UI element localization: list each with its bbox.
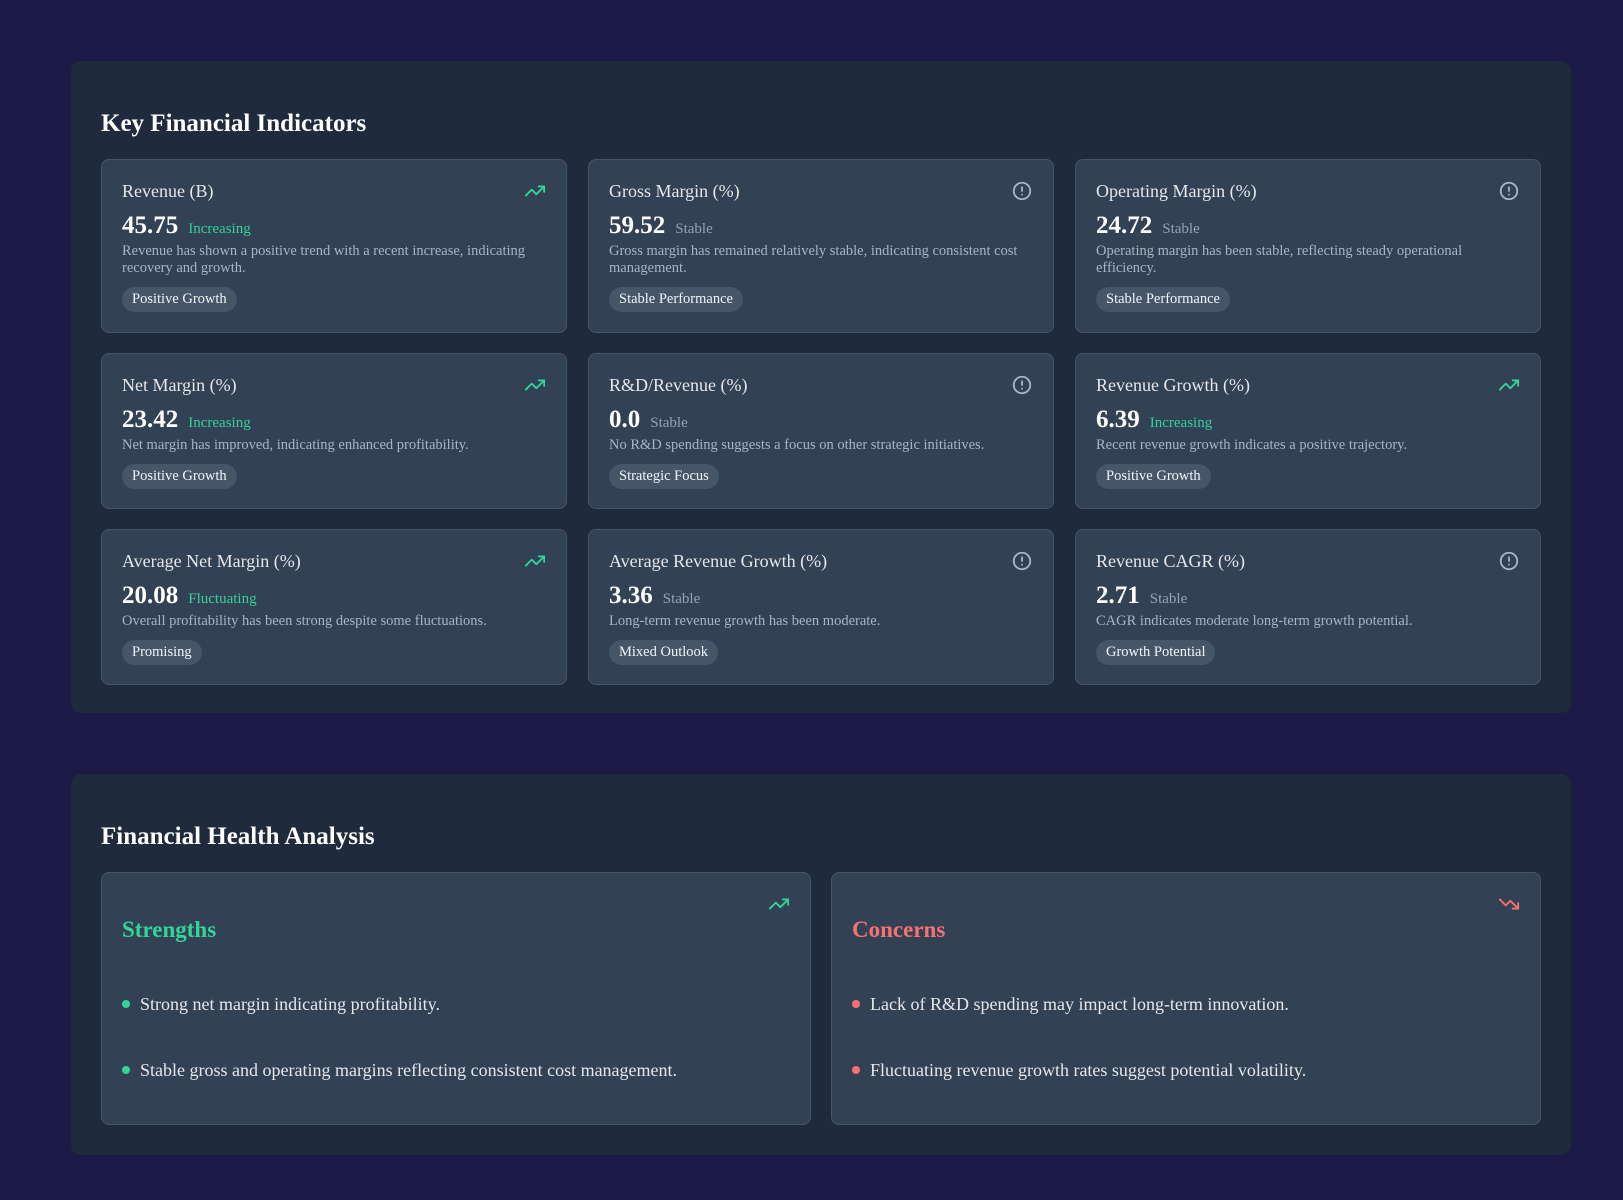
kpi-card-gross-margin: Gross Margin (%) 59.52 Stable Gross margi… xyxy=(588,159,1054,333)
kpi-tag: Strategic Focus xyxy=(609,464,719,489)
kpi-value: 3.36 xyxy=(609,582,653,609)
kpi-value: 0.0 xyxy=(609,406,641,433)
kpi-grid: Revenue (B) 45.75 Increasing Revenue has … xyxy=(101,159,1541,685)
kpi-value: 59.52 xyxy=(609,212,666,239)
list-item: Strong net margin indicating profitabili… xyxy=(122,993,677,1015)
health-grid: Strengths Strong net margin indicating p… xyxy=(101,872,1541,1125)
list-item: Lack of R&D spending may impact long-ter… xyxy=(852,993,1306,1015)
kpi-card-title: Net Margin (%) xyxy=(122,375,237,395)
kpi-card-revenue: Revenue (B) 45.75 Increasing Revenue has … xyxy=(101,159,567,333)
concerns-list: Lack of R&D spending may impact long-ter… xyxy=(852,993,1306,1125)
kpi-value: 20.08 xyxy=(122,582,179,609)
kpi-tag: Stable Performance xyxy=(609,287,743,312)
alert-circle-icon xyxy=(1012,551,1032,571)
section-title: Financial Health Analysis xyxy=(101,823,375,850)
kpi-description: Long-term revenue growth has been modera… xyxy=(609,613,881,629)
kpi-value: 23.42 xyxy=(122,406,179,433)
kpi-value: 2.71 xyxy=(1096,582,1140,609)
strengths-list: Strong net margin indicating profitabili… xyxy=(122,993,677,1125)
strengths-title: Strengths xyxy=(122,917,217,942)
kpi-trend: Stable xyxy=(1162,221,1200,237)
kpi-card-title: Revenue CAGR (%) xyxy=(1096,551,1245,571)
kpi-tag: Positive Growth xyxy=(122,287,237,312)
bullet-dot-icon xyxy=(852,1000,860,1008)
kpi-card-average-revenue-growth: Average Revenue Growth (%) 3.36 Stable Lo… xyxy=(588,529,1054,685)
concerns-card: Concerns Lack of R&D spending may impact… xyxy=(831,872,1541,1125)
trending-up-icon xyxy=(524,185,546,197)
kpi-card-average-net-margin: Average Net Margin (%) 20.08 Fluctuating … xyxy=(101,529,567,685)
kpi-card-title: Revenue (B) xyxy=(122,181,214,201)
kpi-card-operating-margin: Operating Margin (%) 24.72 Stable Operati… xyxy=(1075,159,1541,333)
list-item-text: Strong net margin indicating profitabili… xyxy=(140,993,440,1014)
kpi-card-title: Average Net Margin (%) xyxy=(122,551,301,571)
bullet-dot-icon xyxy=(122,1066,130,1074)
kpi-card-title: Operating Margin (%) xyxy=(1096,181,1257,201)
kpi-trend: Stable xyxy=(1149,591,1188,607)
list-item-text: Fluctuating revenue growth rates suggest… xyxy=(870,1059,1307,1080)
kpi-card-title: Gross Margin (%) xyxy=(609,181,740,201)
list-item-text: Stable gross and operating margins refle… xyxy=(140,1059,678,1080)
bullet-dot-icon xyxy=(122,1000,130,1008)
kpi-tag: Positive Growth xyxy=(122,464,237,489)
list-item-text: Lack of R&D spending may impact long-ter… xyxy=(870,993,1289,1014)
kpi-trend: Increasing xyxy=(1149,415,1213,431)
kpi-tag: Growth Potential xyxy=(1096,640,1216,665)
kpi-card-revenue-cagr: Revenue CAGR (%) 2.71 Stable CAGR indicat… xyxy=(1075,529,1541,685)
kpi-card-title: Revenue Growth (%) xyxy=(1096,375,1250,395)
kpi-card-rd-revenue: R&D/Revenue (%) 0.0 Stable No R&D spendin… xyxy=(588,353,1054,509)
trending-up-icon xyxy=(524,555,546,567)
kpi-description: CAGR indicates moderate long-term growth… xyxy=(1096,613,1413,629)
alert-circle-icon xyxy=(1499,181,1519,201)
kpi-tag: Promising xyxy=(122,640,202,665)
kpi-tag: Stable Performance xyxy=(1096,287,1230,312)
kpi-tag: Positive Growth xyxy=(1096,464,1211,489)
concerns-title: Concerns xyxy=(852,917,946,942)
kpi-trend: Increasing xyxy=(188,415,251,431)
kpi-card-net-margin: Net Margin (%) 23.42 Increasing Net margi… xyxy=(101,353,567,509)
list-item: Stable gross and operating margins refle… xyxy=(122,1059,677,1081)
kpi-description: No R&D spending suggests a focus on othe… xyxy=(609,437,985,453)
kpi-description: Net margin has improved, indicating enha… xyxy=(122,437,469,453)
key-financial-indicators-section: Key Financial Indicators Revenue (B) 45.… xyxy=(71,61,1571,713)
kpi-trend: Stable xyxy=(675,221,713,237)
trending-up-icon xyxy=(1498,379,1520,391)
kpi-trend: Increasing xyxy=(188,221,251,237)
kpi-description: Gross margin has remained relatively sta… xyxy=(609,243,1018,276)
list-item: Fluctuating revenue growth rates suggest… xyxy=(852,1059,1306,1081)
kpi-card-revenue-growth: Revenue Growth (%) 6.39 Increasing Recent… xyxy=(1075,353,1541,509)
kpi-card-title: R&D/Revenue (%) xyxy=(609,375,748,395)
alert-circle-icon xyxy=(1012,375,1032,395)
kpi-value: 24.72 xyxy=(1096,212,1153,239)
kpi-description: Operating margin has been stable, reflec… xyxy=(1096,243,1463,276)
financial-health-analysis-section: Financial Health Analysis Strengths Stro… xyxy=(71,774,1571,1155)
kpi-value: 6.39 xyxy=(1096,406,1140,433)
trending-up-icon xyxy=(524,379,546,391)
kpi-card-title: Average Revenue Growth (%) xyxy=(609,551,828,571)
trending-down-icon xyxy=(1498,898,1520,910)
kpi-tag: Mixed Outlook xyxy=(609,640,719,665)
section-title: Key Financial Indicators xyxy=(101,110,367,137)
strengths-card: Strengths Strong net margin indicating p… xyxy=(101,872,811,1125)
kpi-description: Overall profitability has been strong de… xyxy=(122,613,487,629)
kpi-trend: Stable xyxy=(662,591,701,607)
alert-circle-icon xyxy=(1499,551,1519,571)
bullet-dot-icon xyxy=(852,1066,860,1074)
kpi-value: 45.75 xyxy=(122,212,179,239)
kpi-trend: Stable xyxy=(650,415,688,431)
kpi-description: Recent revenue growth indicates a positi… xyxy=(1096,437,1408,453)
kpi-trend: Fluctuating xyxy=(188,591,257,607)
trending-up-icon xyxy=(768,898,790,910)
alert-circle-icon xyxy=(1012,181,1032,201)
kpi-description: Revenue has shown a positive trend with … xyxy=(122,243,526,276)
